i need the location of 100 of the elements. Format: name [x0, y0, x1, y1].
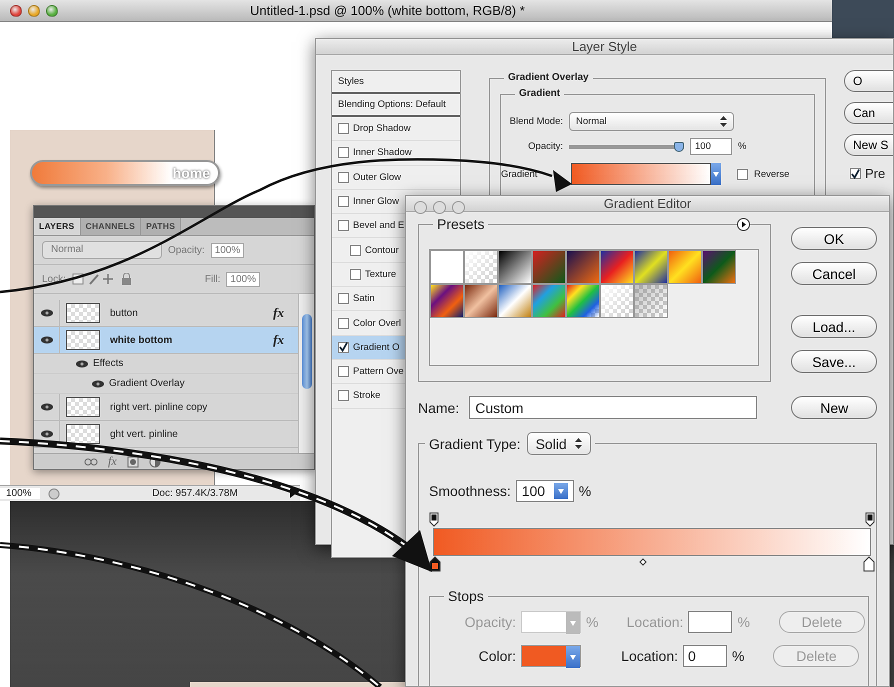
stepper-icon	[720, 116, 727, 127]
effect-name: Effects	[93, 358, 124, 369]
layer-row[interactable]: right vert. pinline copy	[34, 394, 298, 421]
fill-field[interactable]: 100%	[226, 272, 260, 286]
eye-icon[interactable]	[40, 403, 52, 411]
close-button[interactable]	[414, 201, 427, 214]
checkbox[interactable]	[350, 244, 361, 256]
checkbox[interactable]	[737, 168, 748, 180]
dialog-button[interactable]: Load...	[791, 315, 877, 338]
status-icon[interactable]	[48, 488, 60, 500]
blend-mode-select[interactable]: Normal	[569, 112, 734, 131]
panel-tab[interactable]: PATHS	[141, 218, 182, 235]
effects-badge[interactable]: fx	[273, 332, 284, 348]
panel-tab[interactable]: LAYERS	[34, 218, 80, 235]
percent-sign: %	[586, 614, 598, 630]
fill-label: Fill:	[204, 274, 220, 284]
checkbox[interactable]	[850, 168, 861, 179]
dialog-button[interactable]: Save...	[791, 350, 877, 373]
gradient-type-label: Gradient Type:	[429, 436, 521, 452]
link-icon[interactable]	[84, 458, 98, 466]
list-header[interactable]: Styles	[332, 71, 460, 94]
opacity-field[interactable]: 100	[690, 138, 732, 155]
layer-row[interactable]: white bottom fx	[34, 327, 298, 354]
layer-thumbnail	[66, 303, 100, 323]
add-style-button[interactable]: fx	[108, 454, 117, 469]
home-button-artwork: home	[30, 160, 220, 186]
checkbox[interactable]	[338, 342, 349, 353]
checkbox[interactable]	[338, 390, 349, 402]
minimize-button[interactable]	[433, 201, 446, 214]
name-field[interactable]: Custom	[469, 396, 758, 419]
percent-sign: %	[578, 483, 592, 499]
checkbox[interactable]	[338, 318, 349, 329]
checkbox[interactable]	[338, 366, 349, 378]
zoom-level[interactable]: 100%	[0, 488, 40, 499]
gradient-preset[interactable]	[566, 250, 600, 284]
group-title: Stops	[444, 588, 488, 604]
mask-icon[interactable]	[126, 456, 139, 468]
scrollbar[interactable]	[298, 294, 314, 453]
reverse-label: Reverse	[754, 168, 790, 180]
checkbox[interactable]	[338, 196, 349, 208]
dialog-button[interactable]: OK	[791, 227, 877, 250]
dropdown-arrow-icon	[558, 488, 564, 494]
checkbox[interactable]	[338, 172, 349, 183]
style-item[interactable]: Outer Glow	[332, 166, 460, 190]
dialog-button[interactable]: Can	[844, 102, 893, 124]
eye-icon[interactable]	[40, 430, 52, 438]
effect-row[interactable]: Effects	[34, 354, 298, 374]
layer-thumbnail	[66, 330, 100, 350]
location-field[interactable]: 0	[683, 645, 727, 667]
eye-icon[interactable]	[40, 336, 52, 344]
gradient-dropdown[interactable]	[711, 163, 721, 185]
menu-icon[interactable]	[737, 218, 750, 231]
opacity-field[interactable]: 100%	[210, 242, 244, 258]
checkmark-icon	[851, 168, 860, 178]
preview-label: Pre	[865, 166, 886, 181]
dialog-button[interactable]: O	[844, 70, 893, 92]
checkbox[interactable]	[338, 147, 349, 158]
dialog-title: Layer Style	[572, 39, 638, 54]
checkbox[interactable]	[338, 293, 349, 304]
layer-row[interactable]: ght vert. pinline	[34, 421, 298, 448]
checkbox[interactable]	[338, 220, 349, 232]
color-stop[interactable]	[429, 556, 441, 572]
eye-icon[interactable]	[76, 360, 88, 368]
list-header[interactable]: Blending Options: Default	[332, 94, 460, 117]
checkbox[interactable]	[350, 268, 361, 280]
dialog-button[interactable]: Cancel	[791, 262, 877, 285]
gradient-type-select[interactable]: Solid	[526, 432, 591, 455]
eye-icon[interactable]	[92, 380, 104, 388]
zoom-button[interactable]	[452, 201, 465, 214]
layer-thumbnail	[66, 424, 100, 444]
percent-sign: %	[738, 141, 746, 152]
gradient-preset[interactable]	[600, 250, 634, 284]
dialog-title: Gradient Editor	[604, 196, 692, 211]
smoothness-field[interactable]: 100	[516, 480, 574, 502]
new-button[interactable]: New	[791, 396, 877, 419]
dialog-button[interactable]: New S	[844, 134, 893, 156]
style-item[interactable]: Drop Shadow	[332, 117, 460, 142]
gradient-swatch[interactable]	[571, 163, 711, 185]
blend-mode-label: Blend Mode:	[508, 116, 563, 127]
smoothness-label: Smoothness:	[429, 483, 511, 499]
style-item[interactable]: Inner Shadow	[332, 141, 460, 166]
percent-sign: %	[732, 648, 744, 664]
color-swatch[interactable]	[521, 645, 581, 667]
midpoint-diamond[interactable]	[639, 558, 647, 566]
lock-icons[interactable]	[72, 273, 134, 285]
opacity-stop[interactable]	[865, 512, 875, 527]
effect-row[interactable]: Gradient Overlay	[34, 374, 298, 394]
gradient-preset[interactable]	[498, 250, 532, 284]
opacity-stop[interactable]	[429, 512, 439, 527]
group-title: Gradient Overlay	[504, 72, 593, 83]
location-field[interactable]	[688, 611, 732, 633]
color-stop[interactable]	[863, 556, 875, 572]
effects-badge[interactable]: fx	[273, 305, 284, 321]
checkmark-icon	[339, 342, 348, 352]
layer-name: right vert. pinline copy	[110, 402, 208, 412]
checkbox[interactable]	[338, 123, 349, 134]
eye-icon[interactable]	[40, 309, 52, 317]
panel-tab[interactable]: CHANNELS	[80, 218, 142, 235]
group-title: Presets	[433, 216, 488, 232]
slider-thumb[interactable]	[674, 142, 684, 152]
